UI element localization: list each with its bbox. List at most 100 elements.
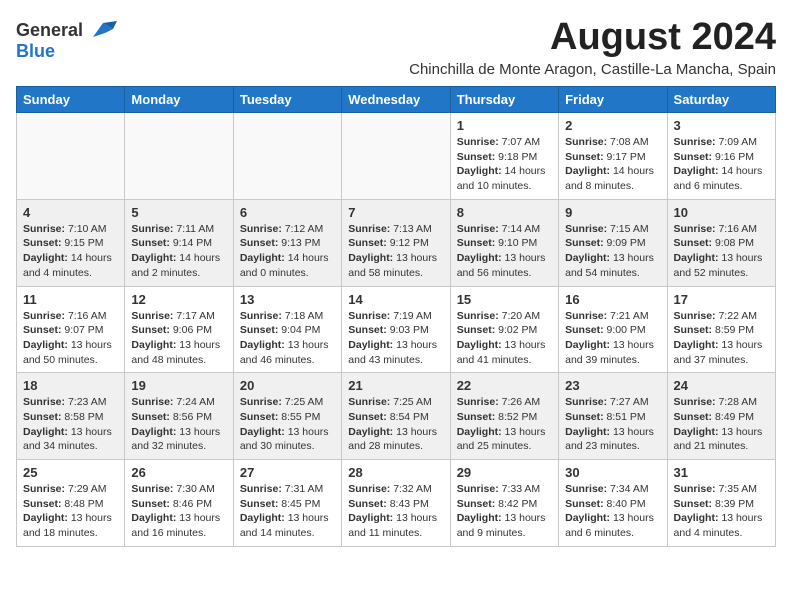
day-number: 5	[131, 205, 226, 220]
day-number: 11	[23, 292, 118, 307]
day-number: 24	[674, 378, 769, 393]
day-info: Sunrise: 7:17 AMSunset: 9:06 PMDaylight:…	[131, 309, 226, 368]
day-info: Sunrise: 7:24 AMSunset: 8:56 PMDaylight:…	[131, 395, 226, 454]
day-number: 28	[348, 465, 443, 480]
day-number: 1	[457, 118, 552, 133]
logo-general: General	[16, 20, 83, 41]
day-info: Sunrise: 7:32 AMSunset: 8:43 PMDaylight:…	[348, 482, 443, 541]
col-thursday: Thursday	[450, 87, 558, 113]
day-info: Sunrise: 7:19 AMSunset: 9:03 PMDaylight:…	[348, 309, 443, 368]
day-info: Sunrise: 7:16 AMSunset: 9:07 PMDaylight:…	[23, 309, 118, 368]
table-row: 25Sunrise: 7:29 AMSunset: 8:48 PMDayligh…	[17, 460, 125, 547]
calendar-title: August 2024	[117, 16, 776, 59]
table-row: 28 Sunrise: 7:32 AMSunset: 8:43 PMDayligh…	[342, 460, 450, 547]
table-row: 22Sunrise: 7:26 AMSunset: 8:52 PMDayligh…	[450, 373, 558, 460]
table-row: 23Sunrise: 7:27 AMSunset: 8:51 PMDayligh…	[559, 373, 667, 460]
calendar-table: Sunday Monday Tuesday Wednesday Thursday…	[16, 86, 776, 547]
table-row: 17Sunrise: 7:22 AMSunset: 8:59 PMDayligh…	[667, 286, 775, 373]
day-number: 9	[565, 205, 660, 220]
table-row	[233, 113, 341, 200]
day-info: Sunrise: 7:11 AMSunset: 9:14 PMDaylight:…	[131, 222, 226, 281]
table-row: 30 Sunrise: 7:34 AMSunset: 8:40 PMDayligh…	[559, 460, 667, 547]
col-monday: Monday	[125, 87, 233, 113]
table-row: 2 Sunrise: 7:08 AMSunset: 9:17 PMDaylight…	[559, 113, 667, 200]
day-info: Sunrise: 7:33 AMSunset: 8:42 PMDaylight:…	[457, 482, 552, 541]
table-row: 15 Sunrise: 7:20 AMSunset: 9:02 PMDayligh…	[450, 286, 558, 373]
day-info: Sunrise: 7:16 AMSunset: 9:08 PMDaylight:…	[674, 222, 769, 281]
logo-bird-icon	[85, 19, 117, 41]
day-number: 12	[131, 292, 226, 307]
day-number: 26	[131, 465, 226, 480]
day-info: Sunrise: 7:12 AMSunset: 9:13 PMDaylight:…	[240, 222, 335, 281]
day-info: Sunrise: 7:25 AMSunset: 8:55 PMDaylight:…	[240, 395, 335, 454]
col-tuesday: Tuesday	[233, 87, 341, 113]
table-row: 12 Sunrise: 7:17 AMSunset: 9:06 PMDayligh…	[125, 286, 233, 373]
day-number: 16	[565, 292, 660, 307]
table-row: 8Sunrise: 7:14 AMSunset: 9:10 PMDaylight…	[450, 199, 558, 286]
day-number: 22	[457, 378, 552, 393]
col-friday: Friday	[559, 87, 667, 113]
day-info: Sunrise: 7:13 AMSunset: 9:12 PMDaylight:…	[348, 222, 443, 281]
calendar-week-row: 11 Sunrise: 7:16 AMSunset: 9:07 PMDayligh…	[17, 286, 776, 373]
day-number: 18	[23, 378, 118, 393]
calendar-week-row: 1 Sunrise: 7:07 AMSunset: 9:18 PMDaylight…	[17, 113, 776, 200]
table-row: 18 Sunrise: 7:23 AMSunset: 8:58 PMDayligh…	[17, 373, 125, 460]
header-row: Sunday Monday Tuesday Wednesday Thursday…	[17, 87, 776, 113]
day-info: Sunrise: 7:18 AMSunset: 9:04 PMDaylight:…	[240, 309, 335, 368]
day-number: 21	[348, 378, 443, 393]
day-info: Sunrise: 7:23 AMSunset: 8:58 PMDaylight:…	[23, 395, 118, 454]
day-number: 13	[240, 292, 335, 307]
day-number: 20	[240, 378, 335, 393]
day-info: Sunrise: 7:20 AMSunset: 9:02 PMDaylight:…	[457, 309, 552, 368]
day-number: 19	[131, 378, 226, 393]
table-row: 20 Sunrise: 7:25 AMSunset: 8:55 PMDayligh…	[233, 373, 341, 460]
logo-blue: Blue	[16, 41, 55, 61]
day-number: 3	[674, 118, 769, 133]
day-number: 27	[240, 465, 335, 480]
table-row: 5 Sunrise: 7:11 AMSunset: 9:14 PMDaylight…	[125, 199, 233, 286]
table-row: 19 Sunrise: 7:24 AMSunset: 8:56 PMDayligh…	[125, 373, 233, 460]
table-row: 26 Sunrise: 7:30 AMSunset: 8:46 PMDayligh…	[125, 460, 233, 547]
day-number: 29	[457, 465, 552, 480]
day-number: 4	[23, 205, 118, 220]
day-info: Sunrise: 7:10 AMSunset: 9:15 PMDaylight:…	[23, 222, 118, 281]
day-number: 30	[565, 465, 660, 480]
day-info: Sunrise: 7:15 AMSunset: 9:09 PMDaylight:…	[565, 222, 660, 281]
table-row	[342, 113, 450, 200]
table-row: 1 Sunrise: 7:07 AMSunset: 9:18 PMDaylight…	[450, 113, 558, 200]
day-number: 23	[565, 378, 660, 393]
day-number: 15	[457, 292, 552, 307]
table-row: 14 Sunrise: 7:19 AMSunset: 9:03 PMDayligh…	[342, 286, 450, 373]
day-info: Sunrise: 7:28 AMSunset: 8:49 PMDaylight:…	[674, 395, 769, 454]
calendar-week-row: 4 Sunrise: 7:10 AMSunset: 9:15 PMDaylight…	[17, 199, 776, 286]
table-row: 3 Sunrise: 7:09 AMSunset: 9:16 PMDaylight…	[667, 113, 775, 200]
calendar-subtitle: Chinchilla de Monte Aragon, Castille-La …	[117, 61, 776, 78]
table-row: 29 Sunrise: 7:33 AMSunset: 8:42 PMDayligh…	[450, 460, 558, 547]
col-wednesday: Wednesday	[342, 87, 450, 113]
day-info: Sunrise: 7:09 AMSunset: 9:16 PMDaylight:…	[674, 135, 769, 194]
day-info: Sunrise: 7:34 AMSunset: 8:40 PMDaylight:…	[565, 482, 660, 541]
table-row: 21 Sunrise: 7:25 AMSunset: 8:54 PMDayligh…	[342, 373, 450, 460]
table-row	[125, 113, 233, 200]
calendar-week-row: 25Sunrise: 7:29 AMSunset: 8:48 PMDayligh…	[17, 460, 776, 547]
day-info: Sunrise: 7:25 AMSunset: 8:54 PMDaylight:…	[348, 395, 443, 454]
table-row: 11 Sunrise: 7:16 AMSunset: 9:07 PMDayligh…	[17, 286, 125, 373]
day-info: Sunrise: 7:31 AMSunset: 8:45 PMDaylight:…	[240, 482, 335, 541]
day-number: 8	[457, 205, 552, 220]
table-row: 24 Sunrise: 7:28 AMSunset: 8:49 PMDayligh…	[667, 373, 775, 460]
day-info: Sunrise: 7:30 AMSunset: 8:46 PMDaylight:…	[131, 482, 226, 541]
day-number: 2	[565, 118, 660, 133]
table-row: 9 Sunrise: 7:15 AMSunset: 9:09 PMDaylight…	[559, 199, 667, 286]
day-info: Sunrise: 7:08 AMSunset: 9:17 PMDaylight:…	[565, 135, 660, 194]
day-number: 7	[348, 205, 443, 220]
day-number: 14	[348, 292, 443, 307]
day-info: Sunrise: 7:07 AMSunset: 9:18 PMDaylight:…	[457, 135, 552, 194]
table-row	[17, 113, 125, 200]
title-section: August 2024 Chinchilla de Monte Aragon, …	[117, 16, 776, 78]
day-info: Sunrise: 7:35 AMSunset: 8:39 PMDaylight:…	[674, 482, 769, 541]
table-row: 13 Sunrise: 7:18 AMSunset: 9:04 PMDayligh…	[233, 286, 341, 373]
day-number: 17	[674, 292, 769, 307]
table-row: 10Sunrise: 7:16 AMSunset: 9:08 PMDayligh…	[667, 199, 775, 286]
day-number: 31	[674, 465, 769, 480]
table-row: 31 Sunrise: 7:35 AMSunset: 8:39 PMDayligh…	[667, 460, 775, 547]
